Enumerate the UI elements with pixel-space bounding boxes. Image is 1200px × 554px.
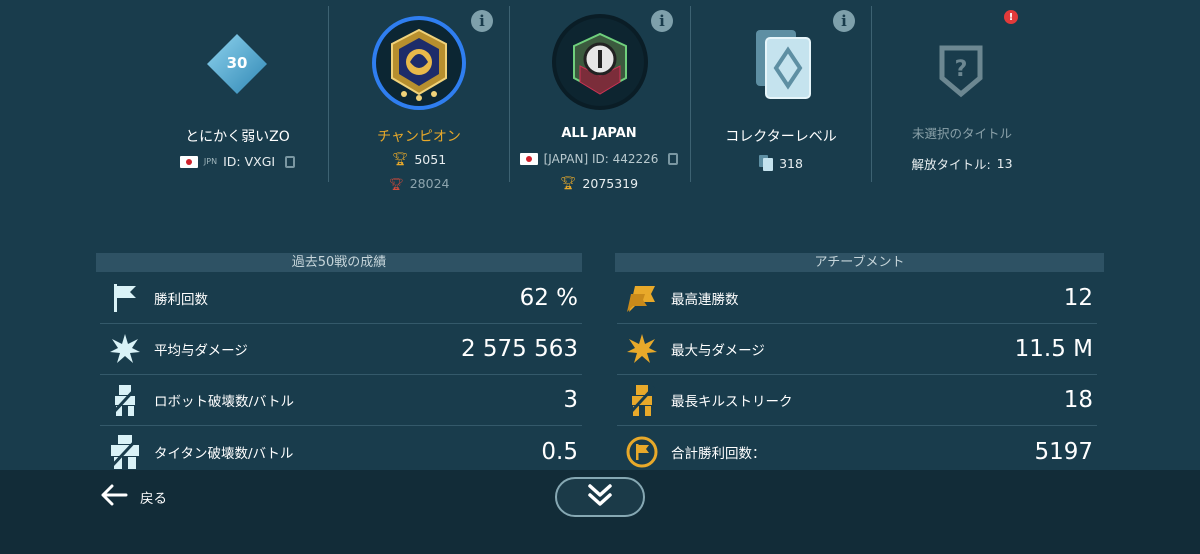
unselected-title-label: 未選択のタイトル [911, 126, 1012, 141]
clan-id: [JAPAN] ID: 442226 [543, 152, 659, 166]
stat-row-avg-damage: 平均与ダメージ 2 575 563 [100, 324, 582, 375]
stat-value: 2 575 563 [460, 336, 578, 362]
robot-icon [100, 380, 150, 420]
stat-label: 最高連勝数 [671, 292, 739, 308]
player-level: 30 [226, 54, 248, 72]
double-chevron-down-icon [586, 483, 614, 511]
league-card[interactable]: i チャンピオン 🏆︎ 5051 🏆︎ 28024 [330, 0, 508, 191]
svg-text:?: ? [955, 57, 968, 82]
expand-button[interactable] [555, 477, 645, 517]
player-card: 30 とにかく弱いZO JPN ID: VXGI [150, 0, 325, 184]
divider [328, 6, 329, 182]
flag-circle-icon [617, 432, 667, 472]
stat-label: 平均与ダメージ [154, 343, 248, 359]
country-code: JPN [203, 157, 218, 166]
last50-header: 過去50戦の成績 [96, 253, 582, 272]
titan-icon [100, 432, 150, 472]
stat-label: 最大与ダメージ [671, 343, 765, 359]
league-emblem-icon [370, 16, 468, 110]
player-id: ID: VXGI [223, 154, 276, 169]
alert-badge: ! [1004, 10, 1018, 24]
clan-info-button[interactable]: i [651, 10, 673, 32]
flags-icon [617, 278, 667, 318]
stat-row-longest-killstreak: 最長キルストリーク 18 [617, 375, 1097, 426]
japan-flag-icon [519, 153, 538, 165]
stat-value: 62 % [519, 285, 578, 311]
unlocked-titles-label: 解放タイトル: [911, 157, 991, 172]
league-name: チャンピオン [377, 129, 461, 145]
divider [690, 6, 691, 182]
stat-label: ロボット破壊数/バトル [154, 394, 294, 410]
trophy-icon: 🏆︎ [559, 176, 577, 191]
stat-value: 5197 [1034, 438, 1093, 465]
profile-header: 30 とにかく弱いZO JPN ID: VXGI i チャンピオン 🏆︎ 505… [0, 0, 1200, 191]
stat-row-best-win-streak: 最高連勝数 12 [617, 273, 1097, 324]
stat-label: タイタン破壊数/バトル [154, 445, 294, 462]
title-card[interactable]: ? ! 未選択のタイトル 解放タイトル: 13 [872, 0, 1052, 184]
explosion-icon [617, 329, 667, 369]
robot-icon [617, 380, 667, 420]
unknown-title-icon: ? [938, 44, 984, 98]
clan-emblem-icon [550, 10, 650, 110]
back-label: 戻る [140, 491, 167, 507]
league-info-button[interactable]: i [471, 10, 493, 32]
collector-info-button[interactable]: i [833, 10, 855, 32]
cards-icon [759, 155, 774, 171]
stat-label: 勝利回数 [154, 292, 208, 308]
copy-icon[interactable] [285, 155, 296, 168]
stat-row-robots-destroyed: ロボット破壊数/バトル 3 [100, 375, 582, 426]
league-trophies: 5051 [414, 152, 447, 167]
stat-value: 0.5 [541, 438, 578, 465]
japan-flag-icon [179, 155, 198, 168]
clan-trophies: 2075319 [582, 176, 639, 191]
stat-value: 18 [1063, 387, 1093, 413]
league-best-trophies: 28024 [409, 176, 450, 191]
collector-title: コレクターレベル [725, 129, 837, 145]
collector-value: 318 [779, 155, 803, 171]
clan-name: ALL JAPAN [561, 126, 637, 141]
achievements-header: アチーブメント [615, 253, 1104, 272]
stat-value: 3 [563, 387, 578, 413]
stat-value: 12 [1063, 285, 1093, 311]
stat-label: 最長キルストリーク [671, 394, 793, 410]
flag-icon [100, 278, 150, 318]
copy-icon[interactable] [668, 153, 679, 165]
stat-label: 合計勝利回数： [671, 445, 766, 462]
stat-value: 11.5 M [1014, 336, 1093, 362]
stat-row-win-rate: 勝利回数 62 % [100, 273, 582, 324]
clan-card[interactable]: i ALL JAPAN [JAPAN] ID: 442226 🏆︎ 207531… [510, 0, 688, 191]
explosion-icon [100, 329, 150, 369]
unlocked-titles-count: 13 [996, 156, 1013, 171]
stat-row-max-damage: 最大与ダメージ 11.5 M [617, 324, 1097, 375]
trophy-icon: 🏆︎ [391, 152, 409, 167]
collector-card[interactable]: i コレクターレベル 318 [692, 0, 870, 184]
collector-cards-icon [752, 28, 814, 100]
level-badge: 30 [206, 33, 268, 95]
back-button[interactable]: 戻る [100, 484, 167, 510]
player-name: とにかく弱いZO [185, 129, 290, 145]
best-trophy-icon: 🏆︎ [388, 176, 404, 191]
arrow-left-icon [100, 484, 128, 510]
